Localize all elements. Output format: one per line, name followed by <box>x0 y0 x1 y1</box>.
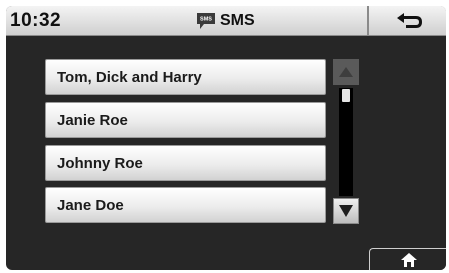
scroll-down-arrow-icon <box>339 205 353 217</box>
contact-name: Jane Doe <box>57 196 124 214</box>
svg-text:SMS: SMS <box>200 17 212 23</box>
contact-list-item[interactable]: Janie Roe <box>45 102 326 138</box>
contact-list-item[interactable]: Jane Doe <box>45 187 326 223</box>
sms-screen: 10:32 SMS SMS Tom, Dick and Harry Janie … <box>6 6 446 270</box>
scroll-up-button[interactable] <box>333 59 359 85</box>
app-title: SMS SMS <box>196 11 255 31</box>
back-arrow-icon <box>396 12 422 28</box>
contact-list-item[interactable]: Johnny Roe <box>45 145 326 181</box>
contact-name: Tom, Dick and Harry <box>57 68 202 86</box>
app-title-label: SMS <box>220 12 255 29</box>
contact-name: Johnny Roe <box>57 154 143 172</box>
home-icon <box>400 253 417 267</box>
contact-list-item[interactable]: Tom, Dick and Harry <box>45 59 326 95</box>
sms-message-icon: SMS <box>197 13 215 29</box>
contact-name: Janie Roe <box>57 111 128 129</box>
scrollbar-thumb[interactable] <box>342 89 350 102</box>
home-button[interactable] <box>369 248 446 270</box>
scrollbar-track[interactable] <box>339 88 353 196</box>
back-button[interactable] <box>367 6 446 35</box>
status-bar: 10:32 SMS SMS <box>6 6 446 36</box>
scroll-up-arrow-icon <box>339 67 353 77</box>
scroll-down-button[interactable] <box>333 198 359 224</box>
clock-time: 10:32 <box>10 10 62 31</box>
